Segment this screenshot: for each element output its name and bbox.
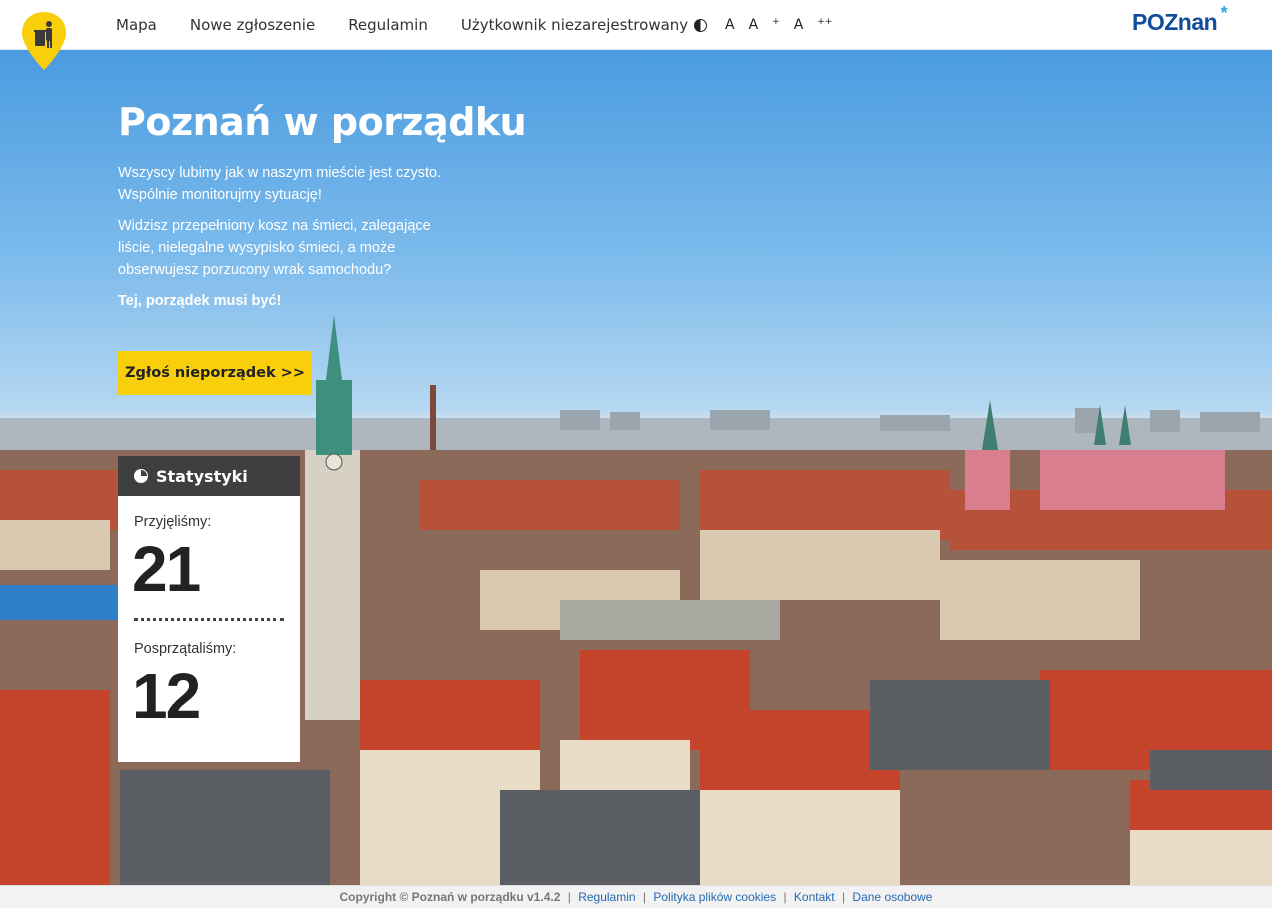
footer-link-cookies[interactable]: Polityka plików cookies: [653, 890, 776, 904]
copyright-text: Copyright © Poznań w porządku v1.4.2: [339, 890, 561, 904]
user-menu-label: Użytkownik niezarejestrowany: [460, 16, 689, 34]
cleaned-label: Posprzątaliśmy:: [134, 641, 237, 657]
hero-question-text: Widzisz przepełniony kosz na śmieci, zal…: [118, 218, 431, 278]
app-logo-pin-icon[interactable]: [20, 10, 68, 72]
font-size-large-button[interactable]: A +: [749, 17, 780, 34]
user-menu-dropdown[interactable]: Użytkownik niezarejestrowany: [460, 16, 703, 34]
report-mess-button[interactable]: Zgłoś nieporządek >>: [118, 351, 312, 395]
font-xlarge-sup: ++: [817, 16, 833, 27]
hero-section: Poznań w porządku Wszyscy lubimy jak w n…: [0, 50, 1272, 885]
main-nav: Mapa Nowe zgłoszenie Regulamin Użytkowni…: [116, 0, 735, 50]
accepted-label: Przyjęliśmy:: [134, 514, 212, 530]
accepted-count: 21: [132, 533, 201, 605]
footer-separator: |: [642, 890, 647, 904]
contrast-toggle-icon[interactable]: [694, 18, 707, 32]
top-navbar: Mapa Nowe zgłoszenie Regulamin Użytkowni…: [0, 0, 1272, 70]
brand-star-icon: *: [1220, 3, 1228, 23]
nav-item-new-report[interactable]: Nowe zgłoszenie: [190, 16, 315, 34]
hero-slogan-text: Tej, porządek musi być!: [118, 293, 282, 309]
footer-separator: |: [783, 890, 787, 904]
accessibility-controls: A A + A ++: [694, 0, 846, 50]
footer-separator: |: [567, 890, 571, 904]
footer-link-terms[interactable]: Regulamin: [578, 890, 635, 904]
statistics-panel: Statystyki Przyjęliśmy: 21 Posprzątaliśm…: [118, 456, 300, 762]
font-size-normal-button[interactable]: A: [725, 17, 735, 33]
statistics-header: Statystyki: [118, 456, 300, 496]
cleaned-count: 12: [132, 660, 201, 732]
statistics-title: Statystyki: [156, 466, 248, 486]
footer-link-contact[interactable]: Kontakt: [794, 890, 835, 904]
font-xlarge-letter: A: [793, 17, 804, 34]
nav-item-map[interactable]: Mapa: [116, 16, 157, 34]
font-size-xlarge-button[interactable]: A ++: [794, 17, 833, 34]
hero-intro-text: Wszyscy lubimy jak w naszym mieście jest…: [118, 165, 442, 203]
nav-item-terms[interactable]: Regulamin: [348, 16, 428, 34]
poznan-brand-logo[interactable]: POZnan *: [1132, 3, 1228, 36]
footer: Copyright © Poznań w porządku v1.4.2 | R…: [0, 885, 1272, 908]
brand-text: POZnan: [1132, 9, 1218, 35]
stats-divider: [134, 618, 284, 621]
pie-chart-icon: [134, 469, 148, 483]
hero-title: Poznań w porządku: [118, 100, 527, 144]
font-large-letter: A: [748, 17, 759, 34]
footer-separator: |: [841, 890, 846, 904]
footer-link-personal-data[interactable]: Dane osobowe: [852, 890, 932, 904]
font-large-sup: +: [772, 16, 780, 27]
